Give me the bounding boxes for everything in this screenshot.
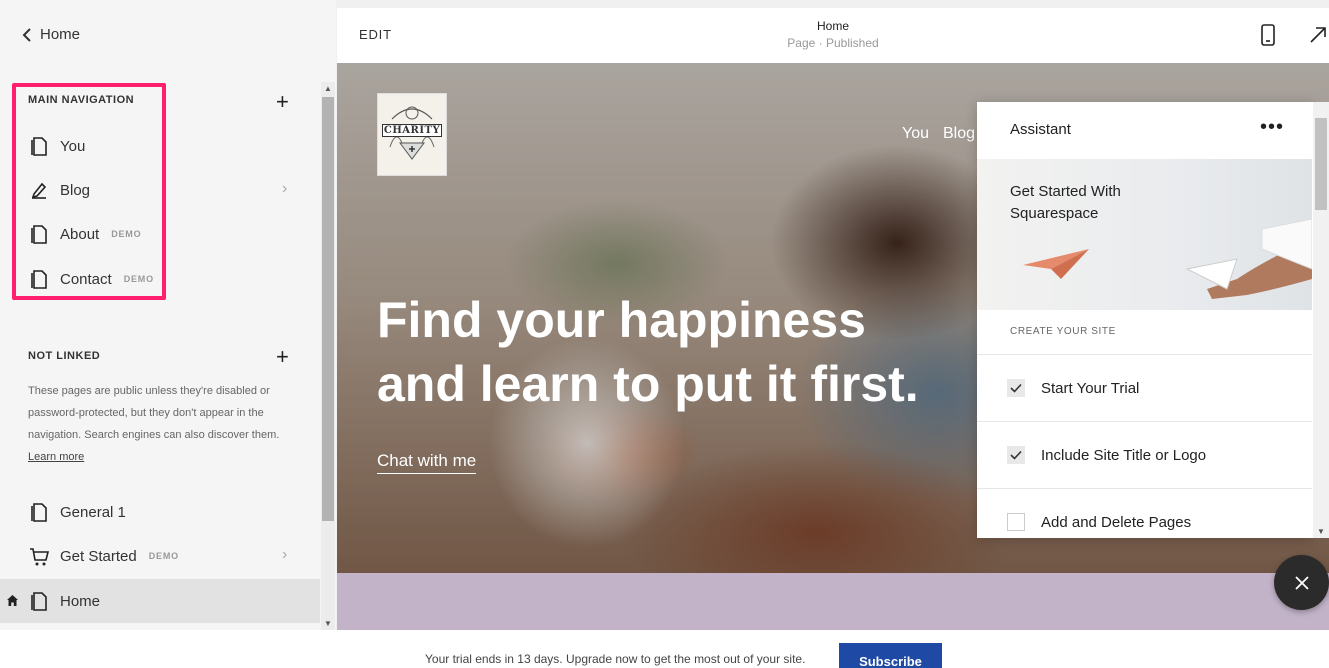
check-icon	[1010, 450, 1022, 460]
page-title: Home	[816, 19, 849, 33]
checklist-label: Start Your Trial	[1041, 379, 1140, 397]
trial-banner: Your trial ends in 13 days. Upgrade now …	[0, 630, 1329, 668]
scroll-down-arrow-icon[interactable]: ▼	[1317, 527, 1325, 536]
page-icon	[31, 503, 47, 522]
chevron-right-icon[interactable]: ›	[282, 180, 287, 198]
not-linked-title: NOT LINKED	[28, 350, 101, 362]
sidebar-item-label: Get Started	[60, 547, 137, 565]
not-linked-description: These pages are public unless they're di…	[28, 380, 293, 468]
scroll-up-arrow-icon[interactable]: ▲	[324, 84, 332, 93]
sidebar-scrollbar[interactable]: ▲ ▼	[321, 82, 335, 630]
back-to-home-link[interactable]: Home	[22, 26, 80, 43]
sidebar-item-blog[interactable]: Blog	[28, 178, 90, 202]
assistant-banner[interactable]: Get Started With Squarespace	[977, 159, 1312, 310]
site-logo[interactable]: CHARITY	[377, 93, 447, 176]
checkbox-checked[interactable]	[1007, 446, 1025, 464]
back-label: Home	[40, 26, 81, 43]
not-linked-description-text: These pages are public unless they're di…	[28, 385, 280, 441]
site-nav-blog[interactable]: Blog	[943, 125, 975, 143]
assistant-scrollbar[interactable]: ▼	[1313, 102, 1329, 538]
paper-plane-icon	[1023, 249, 1089, 279]
cart-icon	[30, 548, 50, 566]
page-icon	[31, 270, 47, 289]
add-main-nav-page-button[interactable]: +	[276, 91, 289, 113]
banner-text: Get Started With Squarespace	[1010, 183, 1121, 222]
main-navigation-title: MAIN NAVIGATION	[28, 94, 135, 106]
checklist-item-start-trial[interactable]: Start Your Trial	[977, 354, 1312, 421]
open-in-new-icon[interactable]	[1309, 26, 1327, 44]
sidebar-item-about[interactable]: About DEMO	[28, 222, 141, 246]
checklist-label: Add and Delete Pages	[1041, 513, 1192, 531]
sidebar-item-home[interactable]: Home	[28, 589, 100, 613]
learn-more-link[interactable]: Learn more	[28, 451, 84, 463]
sidebar-item-general-1[interactable]: General 1	[28, 500, 126, 524]
scrollbar-thumb[interactable]	[322, 97, 334, 521]
blog-icon	[31, 182, 47, 199]
more-options-icon[interactable]: •••	[1260, 116, 1284, 139]
sidebar-item-label: Blog	[60, 181, 91, 199]
mobile-view-icon[interactable]	[1260, 24, 1276, 46]
home-icon	[7, 595, 18, 606]
sidebar-item-get-started[interactable]: Get Started DEMO	[28, 544, 179, 568]
trial-message: Your trial ends in 13 days. Upgrade now …	[425, 652, 806, 666]
add-not-linked-page-button[interactable]: +	[276, 346, 289, 368]
assistant-panel: Assistant ••• Get Started With Squarespa…	[977, 102, 1313, 538]
page-status: Page · Published	[787, 36, 879, 50]
editor-topbar: EDIT Home Page · Published	[337, 8, 1329, 63]
sidebar-item-label: General 1	[60, 503, 126, 521]
sidebar-item-label: Home	[60, 592, 101, 610]
sidebar-item-label: You	[60, 137, 86, 155]
chevron-left-icon	[22, 27, 31, 42]
sidebar-item-contact[interactable]: Contact DEMO	[28, 267, 154, 291]
sidebar-item-label: Contact	[60, 270, 112, 288]
checkbox-checked[interactable]	[1007, 379, 1025, 397]
page-sidebar: Home ▲ ▼ MAIN NAVIGATION + You Blog › Ab…	[0, 0, 336, 630]
site-nav-you[interactable]: You	[902, 125, 929, 143]
checkbox-unchecked[interactable]	[1007, 513, 1025, 531]
page-icon	[31, 225, 47, 244]
create-your-site-label: CREATE YOUR SITE	[1010, 326, 1116, 337]
checklist-item-add-pages[interactable]: Add and Delete Pages	[977, 488, 1312, 538]
close-assistant-button[interactable]	[1274, 555, 1329, 610]
hero-headline-line-2: and learn to put it first.	[377, 356, 919, 412]
chat-with-me-link[interactable]: Chat with me	[377, 451, 477, 474]
close-icon	[1294, 575, 1309, 590]
sidebar-item-you[interactable]: You	[28, 134, 85, 158]
checklist-item-site-title[interactable]: Include Site Title or Logo	[977, 421, 1312, 488]
page-icon	[31, 137, 47, 156]
hero-headline-line-1: Find your happiness	[377, 292, 866, 348]
demo-badge: DEMO	[123, 274, 154, 284]
hero-headline: Find your happiness and learn to put it …	[377, 288, 997, 416]
demo-badge: DEMO	[111, 229, 142, 239]
chevron-right-icon[interactable]: ›	[282, 546, 287, 564]
content-band	[337, 573, 1329, 630]
hand-illustration-icon	[1185, 219, 1312, 299]
assistant-scrollbar-thumb[interactable]	[1315, 118, 1327, 210]
site-navigation: You Blog	[902, 125, 975, 143]
logo-text: CHARITY	[382, 124, 442, 137]
sidebar-item-label: About	[60, 225, 100, 243]
assistant-title: Assistant	[1010, 121, 1071, 138]
subscribe-button[interactable]: Subscribe	[839, 643, 942, 668]
demo-badge: DEMO	[148, 551, 179, 561]
checklist-label: Include Site Title or Logo	[1041, 446, 1207, 464]
scroll-down-arrow-icon[interactable]: ▼	[324, 619, 332, 628]
page-icon	[31, 592, 47, 611]
check-icon	[1010, 383, 1022, 393]
